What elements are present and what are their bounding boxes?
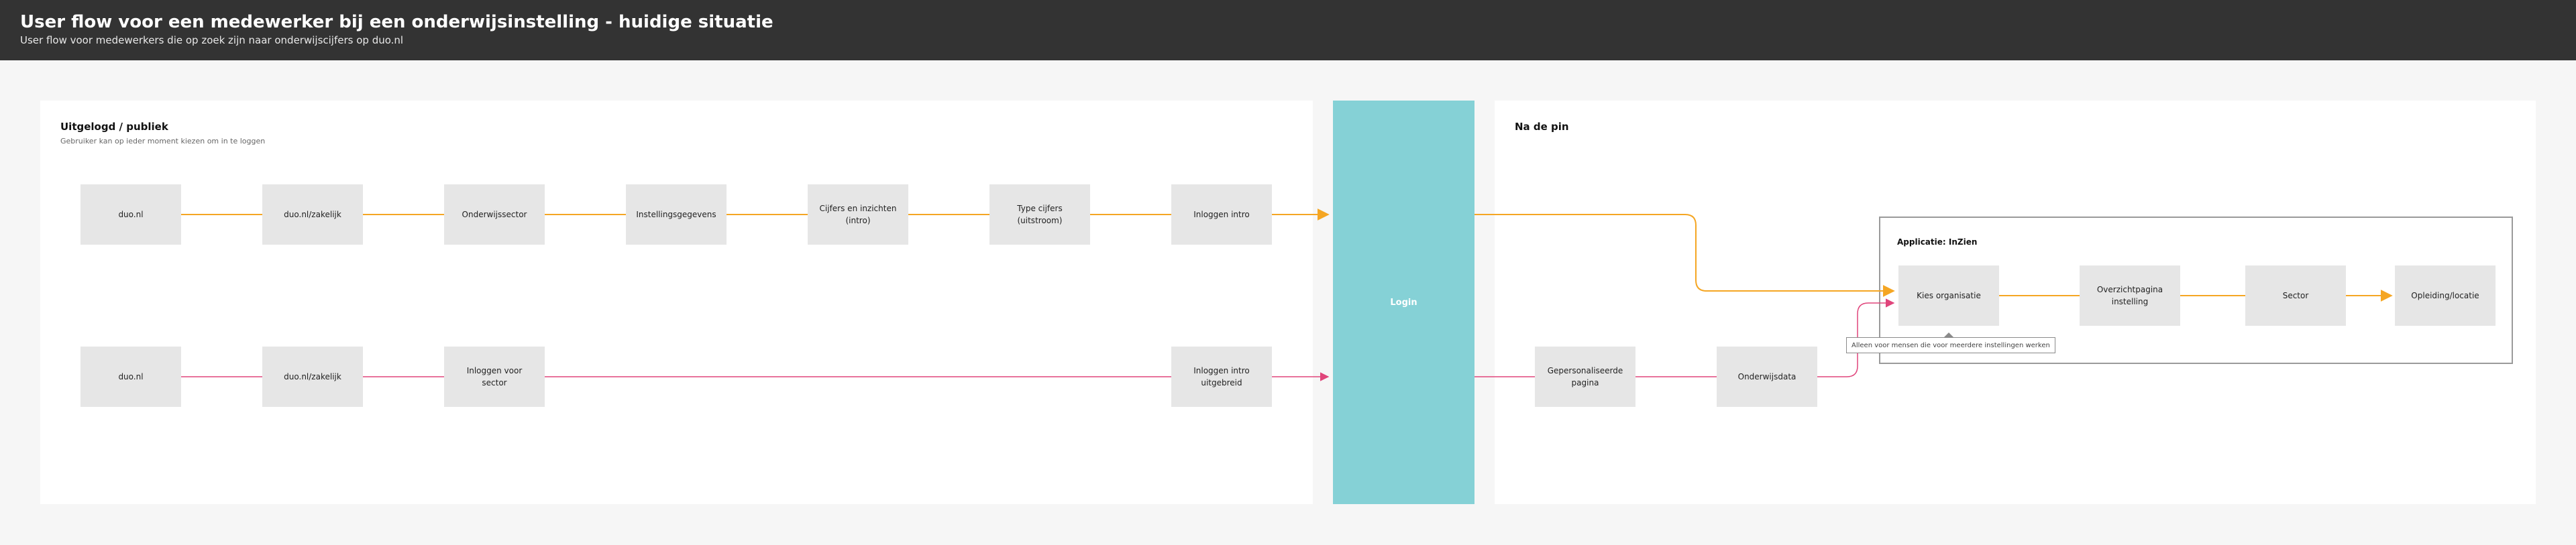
node-instellingsgegevens[interactable]: Instellingsgegevens — [626, 184, 727, 245]
node-type-cijfers[interactable]: Type cijfers (uitstroom) — [989, 184, 1090, 245]
node-inloggen-intro-uitgebreid[interactable]: Inloggen intro uitgebreid — [1171, 347, 1272, 407]
node-onderwijsdata[interactable]: Onderwijsdata — [1717, 347, 1817, 407]
kies-organisatie-tooltip: Alleen voor mensen die voor meerdere ins… — [1846, 337, 2055, 353]
flow-connectors — [181, 208, 2393, 381]
node-duo-nl-2[interactable]: duo.nl — [80, 347, 181, 407]
node-onderwijssector[interactable]: Onderwijssector — [444, 184, 545, 245]
node-duo-nl[interactable]: duo.nl — [80, 184, 181, 245]
node-sector[interactable]: Sector — [2245, 265, 2346, 326]
node-cijfers-inzichten[interactable]: Cijfers en inzichten (intro) — [808, 184, 908, 245]
node-duo-zakelijk-2[interactable]: duo.nl/zakelijk — [262, 347, 363, 407]
node-inloggen-intro[interactable]: Inloggen intro — [1171, 184, 1272, 245]
node-duo-zakelijk[interactable]: duo.nl/zakelijk — [262, 184, 363, 245]
node-overzichtpagina[interactable]: Overzichtpagina instelling — [2080, 265, 2180, 326]
tooltip-tail — [1944, 332, 1953, 337]
connector-login-to-kies — [1474, 214, 1895, 297]
node-kies-organisatie[interactable]: Kies organisatie — [1898, 265, 1999, 326]
node-inloggen-sector[interactable]: Inloggen voor sector — [444, 347, 545, 407]
node-gepersonaliseerde-pagina[interactable]: Gepersonaliseerde pagina — [1535, 347, 1635, 407]
node-opleiding-locatie[interactable]: Opleiding/locatie — [2395, 265, 2496, 326]
